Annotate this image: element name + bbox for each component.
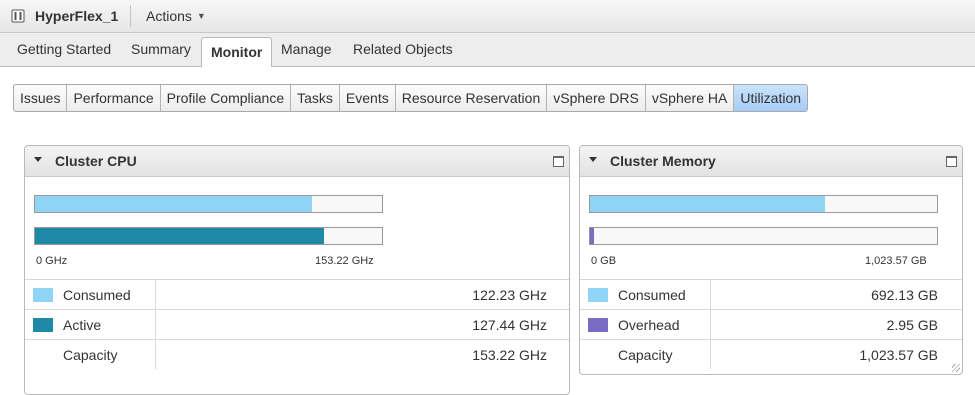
table-row: Active 127.44 GHz <box>25 309 569 340</box>
table-row: Capacity 153.22 GHz <box>25 339 569 369</box>
cluster-icon <box>11 9 25 23</box>
table-row: Capacity 1,023.57 GB <box>580 339 962 369</box>
active-swatch <box>33 317 53 332</box>
tab-monitor[interactable]: Monitor <box>201 37 273 67</box>
row-value: 2.95 GB <box>710 309 962 340</box>
row-label: Consumed <box>618 286 686 303</box>
maximize-icon[interactable] <box>946 156 957 167</box>
tab-related-objects[interactable]: Related Objects <box>353 41 453 57</box>
object-title-bar: HyperFlex_1 Actions ▼ <box>0 0 975 33</box>
object-title: HyperFlex_1 <box>35 8 119 24</box>
row-value: 692.13 GB <box>710 279 962 310</box>
subtab-vsphere-ha[interactable]: vSphere HA <box>646 85 735 111</box>
row-label: Capacity <box>618 346 673 363</box>
subtab-tasks[interactable]: Tasks <box>291 85 340 111</box>
maximize-icon[interactable] <box>553 156 564 167</box>
subtab-vsphere-drs[interactable]: vSphere DRS <box>547 85 646 111</box>
tab-getting-started[interactable]: Getting Started <box>17 41 111 57</box>
subtab-performance[interactable]: Performance <box>67 85 161 111</box>
title-separator <box>130 5 131 27</box>
resize-grip-icon[interactable] <box>952 364 960 372</box>
cpu-axis-min: 0 GHz <box>36 255 68 267</box>
table-row: Consumed 122.23 GHz <box>25 279 569 310</box>
cpu-consumed-bar-fill <box>35 196 312 212</box>
cpu-stats-table: Consumed 122.23 GHz Active 127.44 GHz Ca… <box>25 279 569 369</box>
table-row: Overhead 2.95 GB <box>580 309 962 340</box>
actions-label: Actions <box>146 8 192 24</box>
cpu-axis-max: 153.22 GHz <box>315 255 374 267</box>
cluster-memory-panel: Cluster Memory 0 GB 1,023.57 GB Consumed… <box>579 145 963 375</box>
actions-menu-button[interactable]: Actions ▼ <box>146 8 206 24</box>
subtab-resource-reservation[interactable]: Resource Reservation <box>396 85 548 111</box>
memory-stats-table: Consumed 692.13 GB Overhead 2.95 GB Capa… <box>580 279 962 369</box>
collapse-triangle-icon[interactable] <box>589 157 597 162</box>
row-label: Overhead <box>618 316 680 333</box>
memory-axis-min: 0 GB <box>591 255 617 267</box>
subtab-profile-compliance[interactable]: Profile Compliance <box>161 85 292 111</box>
tab-summary[interactable]: Summary <box>131 41 191 57</box>
object-nav-tabs: Getting Started Summary Monitor Manage R… <box>0 33 975 67</box>
row-value: 1,023.57 GB <box>710 339 962 369</box>
tab-manage[interactable]: Manage <box>281 41 332 57</box>
row-value: 122.23 GHz <box>155 279 569 310</box>
row-value: 153.22 GHz <box>155 339 569 369</box>
subtab-utilization[interactable]: Utilization <box>734 85 808 111</box>
memory-overhead-bar-fill <box>590 228 594 244</box>
row-label: Capacity <box>63 346 118 363</box>
memory-consumed-bar-fill <box>590 196 825 212</box>
overhead-swatch <box>588 317 608 332</box>
row-label: Active <box>63 316 102 333</box>
row-value: 127.44 GHz <box>155 309 569 340</box>
row-label: Consumed <box>63 286 131 303</box>
cluster-cpu-header: Cluster CPU <box>25 146 569 177</box>
subtab-issues[interactable]: Issues <box>14 85 68 111</box>
cluster-memory-header: Cluster Memory <box>580 146 962 177</box>
chevron-down-icon: ▼ <box>196 11 206 21</box>
consumed-swatch <box>588 287 608 302</box>
cpu-active-bar <box>34 227 383 245</box>
consumed-swatch <box>33 287 53 302</box>
memory-consumed-bar <box>589 195 938 213</box>
cpu-consumed-bar <box>34 195 383 213</box>
memory-overhead-bar <box>589 227 938 245</box>
memory-axis-max: 1,023.57 GB <box>865 255 927 267</box>
collapse-triangle-icon[interactable] <box>34 157 42 162</box>
cluster-cpu-panel: Cluster CPU 0 GHz 153.22 GHz Consumed 12… <box>24 145 570 395</box>
monitor-sub-tabs: Issues Performance Profile Compliance Ta… <box>13 84 809 112</box>
cpu-active-bar-fill <box>35 228 324 244</box>
table-row: Consumed 692.13 GB <box>580 279 962 310</box>
cluster-memory-title: Cluster Memory <box>610 153 716 169</box>
cluster-cpu-title: Cluster CPU <box>55 153 137 169</box>
subtab-events[interactable]: Events <box>340 85 396 111</box>
